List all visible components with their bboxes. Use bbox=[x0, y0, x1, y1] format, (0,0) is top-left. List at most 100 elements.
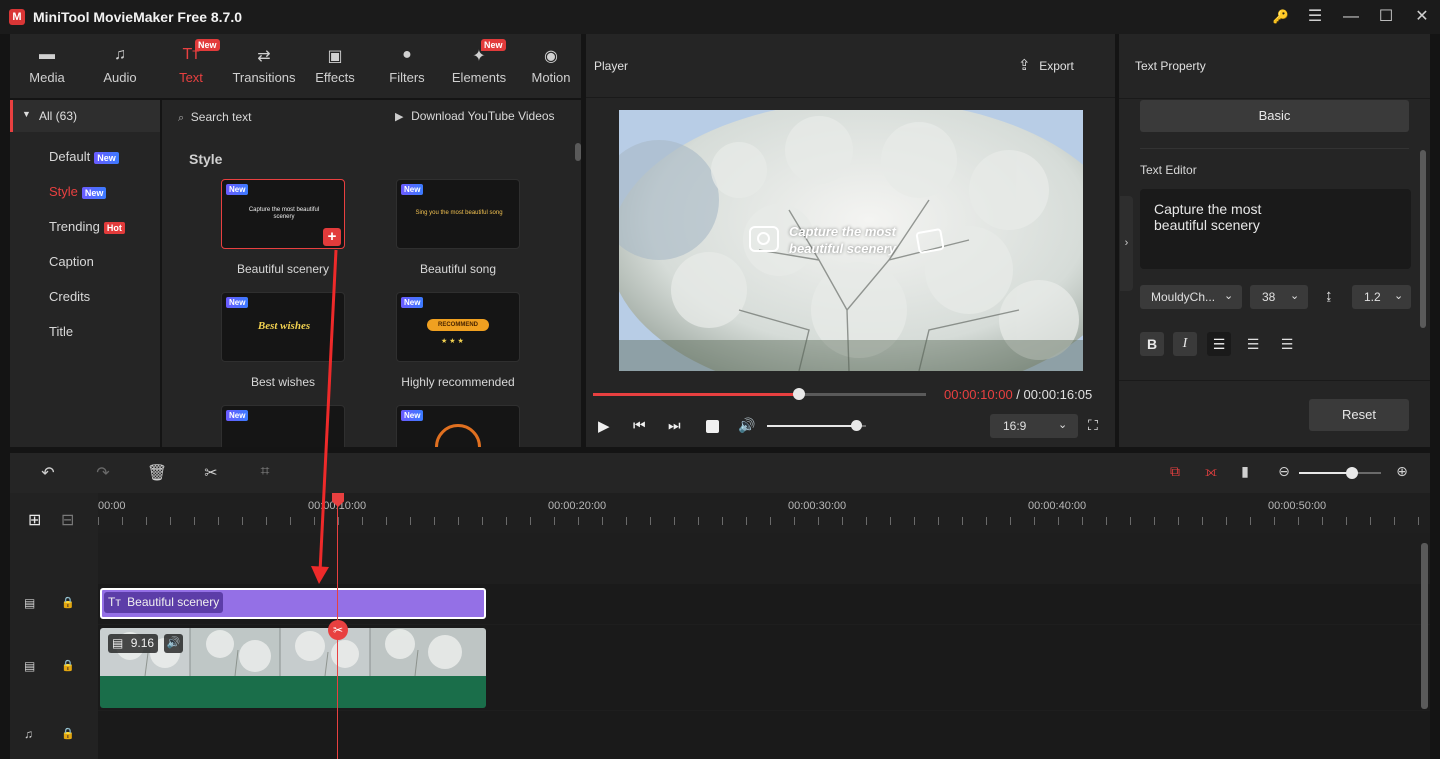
sidebar-item-trending[interactable]: Trending Hot bbox=[49, 219, 125, 234]
ruler-tick bbox=[386, 517, 387, 525]
redo-icon[interactable]: ↷ bbox=[92, 463, 114, 483]
font-select[interactable]: MouldyCh... ⌄ bbox=[1140, 285, 1242, 309]
volume-handle[interactable] bbox=[851, 420, 862, 431]
new-tag: New bbox=[401, 297, 424, 308]
sidebar-item-title[interactable]: Title bbox=[49, 324, 73, 339]
play-button[interactable]: ▶ bbox=[598, 417, 610, 435]
tab-text[interactable]: Tт Text New bbox=[155, 34, 227, 98]
text-template-highly-recommended[interactable]: New RECOMMEND ★ ★ ★ bbox=[396, 292, 520, 362]
aspect-ratio-value: 16:9 bbox=[1003, 419, 1027, 433]
link-icon[interactable]: ⟗ bbox=[1200, 463, 1222, 483]
tab-filters[interactable]: ● Filters bbox=[371, 34, 443, 98]
tab-audio[interactable]: ♫ Audio bbox=[84, 34, 156, 98]
video-preview[interactable]: Capture the most beautiful scenery bbox=[619, 110, 1083, 371]
audio-icon: ♫ bbox=[114, 46, 126, 63]
panel-title: Text Property bbox=[1135, 59, 1206, 73]
text-editor-input[interactable]: Capture the most beautiful scenery bbox=[1140, 189, 1411, 269]
italic-button[interactable]: I bbox=[1173, 332, 1197, 356]
zoom-slider[interactable] bbox=[1299, 467, 1381, 479]
tab-motion[interactable]: ◉ Motion bbox=[515, 34, 587, 98]
bold-button[interactable]: B bbox=[1140, 332, 1164, 356]
ruler-tick bbox=[362, 517, 363, 525]
film-icon[interactable]: ▤ bbox=[24, 659, 35, 673]
next-frame-button[interactable]: ⏭ bbox=[668, 417, 681, 434]
key-icon[interactable]: 🔑 bbox=[1266, 5, 1296, 29]
video-clip[interactable]: ▤ 9.16 🔊 bbox=[100, 628, 486, 708]
undo-icon[interactable]: ↶ bbox=[37, 463, 59, 483]
tab-text-label: Text bbox=[179, 70, 203, 85]
ruler-tick bbox=[554, 517, 555, 525]
lock-icon[interactable]: 🔒 bbox=[61, 727, 75, 740]
reset-button[interactable]: Reset bbox=[1309, 399, 1409, 431]
add-icon[interactable]: + bbox=[323, 228, 341, 246]
line-spacing-select[interactable]: 1.2 ⌄ bbox=[1352, 285, 1411, 309]
progress-track[interactable] bbox=[593, 388, 926, 400]
font-size-value: 38 bbox=[1262, 290, 1276, 304]
tab-media[interactable]: ▬ Media bbox=[11, 34, 83, 98]
delete-icon[interactable]: 🗑 bbox=[146, 463, 168, 483]
fit-icon[interactable]: ▮ bbox=[1234, 463, 1256, 483]
zoom-out-icon[interactable]: ⊖ bbox=[1273, 463, 1295, 483]
align-left-icon[interactable]: ☰ bbox=[1207, 332, 1231, 356]
text-template-best-wishes[interactable]: New Best wishes bbox=[221, 292, 345, 362]
search-box[interactable]: ⌕ Search text bbox=[178, 109, 252, 125]
crop-icon[interactable]: ⌗ bbox=[254, 463, 276, 483]
split-icon[interactable]: ✂ bbox=[328, 620, 348, 640]
split-icon[interactable]: ✂ bbox=[200, 463, 222, 483]
sidebar-item-all[interactable]: ▼ All (63) bbox=[10, 100, 160, 132]
snap-icon[interactable]: ⧉ bbox=[1164, 463, 1186, 483]
tab-effects[interactable]: ▣ Effects bbox=[299, 34, 371, 98]
font-size-select[interactable]: 38 ⌄ bbox=[1250, 285, 1308, 309]
tab-elements[interactable]: ✦ Elements New bbox=[443, 34, 515, 98]
zoom-handle[interactable] bbox=[1346, 467, 1358, 479]
maximize-button[interactable]: ☐ bbox=[1371, 5, 1401, 29]
text-template-beautiful-scenery[interactable]: New Capture the most beautiful scenery + bbox=[221, 179, 345, 249]
text-template[interactable]: New bbox=[396, 405, 520, 447]
library-scrollbar[interactable] bbox=[575, 143, 581, 161]
close-button[interactable]: ✕ bbox=[1407, 5, 1437, 29]
minimize-button[interactable]: — bbox=[1336, 5, 1366, 29]
stop-button[interactable] bbox=[706, 420, 719, 433]
sidebar-item-caption[interactable]: Caption bbox=[49, 254, 94, 269]
text-template[interactable]: New bbox=[221, 405, 345, 447]
volume-slider[interactable] bbox=[767, 420, 866, 431]
lock-icon[interactable]: 🔒 bbox=[61, 596, 75, 609]
ruler-tick bbox=[674, 517, 675, 525]
timeline-scrollbar[interactable] bbox=[1421, 543, 1428, 709]
motion-icon: ◉ bbox=[544, 48, 558, 65]
lock-icon[interactable]: 🔒 bbox=[61, 659, 75, 672]
volume-icon[interactable]: 🔊 bbox=[738, 417, 755, 434]
tab-audio-label: Audio bbox=[103, 70, 137, 85]
download-youtube-button[interactable]: ▶ Download YouTube Videos bbox=[395, 108, 555, 123]
section-heading: Style bbox=[189, 151, 223, 167]
sidebar-item-credits[interactable]: Credits bbox=[49, 289, 90, 304]
sidebar-item-default[interactable]: Default New bbox=[49, 149, 119, 164]
export-button[interactable]: ⇪ Export bbox=[1018, 56, 1074, 74]
time-ruler[interactable]: 00:00 00:00:10:00 00:00:20:00 00:00:30:0… bbox=[98, 493, 1430, 533]
progress-handle[interactable] bbox=[793, 388, 805, 400]
sidebar-item-style[interactable]: Style New bbox=[49, 184, 107, 199]
previous-frame-button[interactable]: ⏮ bbox=[633, 417, 646, 434]
tab-basic[interactable]: Basic bbox=[1140, 100, 1409, 132]
add-track-icon[interactable]: ⊞ bbox=[28, 510, 41, 530]
tab-transitions[interactable]: ⇄ Transitions bbox=[228, 34, 300, 98]
remove-track-icon[interactable]: ⊟ bbox=[61, 510, 74, 530]
film-icon[interactable]: ▤ bbox=[24, 596, 35, 610]
align-right-icon[interactable]: ☰ bbox=[1275, 332, 1299, 356]
sidebar-item-label: Caption bbox=[49, 254, 94, 269]
text-clip[interactable]: Tт Beautiful scenery bbox=[100, 588, 486, 619]
panel-scrollbar[interactable] bbox=[1420, 150, 1426, 328]
align-center-icon[interactable]: ☰ bbox=[1241, 332, 1265, 356]
ruler-tick bbox=[842, 517, 843, 525]
aspect-ratio-select[interactable]: 16:9 ⌄ bbox=[990, 414, 1078, 438]
fullscreen-icon[interactable]: ⛶ bbox=[1088, 417, 1098, 434]
search-placeholder: Search text bbox=[190, 110, 252, 124]
font-value: MouldyCh... bbox=[1151, 290, 1216, 304]
collapse-panel-button[interactable]: › bbox=[1120, 196, 1133, 291]
ruler-tick bbox=[794, 517, 795, 525]
volume-icon[interactable]: 🔊 bbox=[164, 634, 183, 653]
music-icon[interactable]: ♫ bbox=[24, 727, 33, 741]
text-template-beautiful-song[interactable]: New Sing you the most beautiful song bbox=[396, 179, 520, 249]
zoom-in-icon[interactable]: ⊕ bbox=[1391, 463, 1413, 483]
menu-icon[interactable]: ☰ bbox=[1300, 5, 1330, 29]
